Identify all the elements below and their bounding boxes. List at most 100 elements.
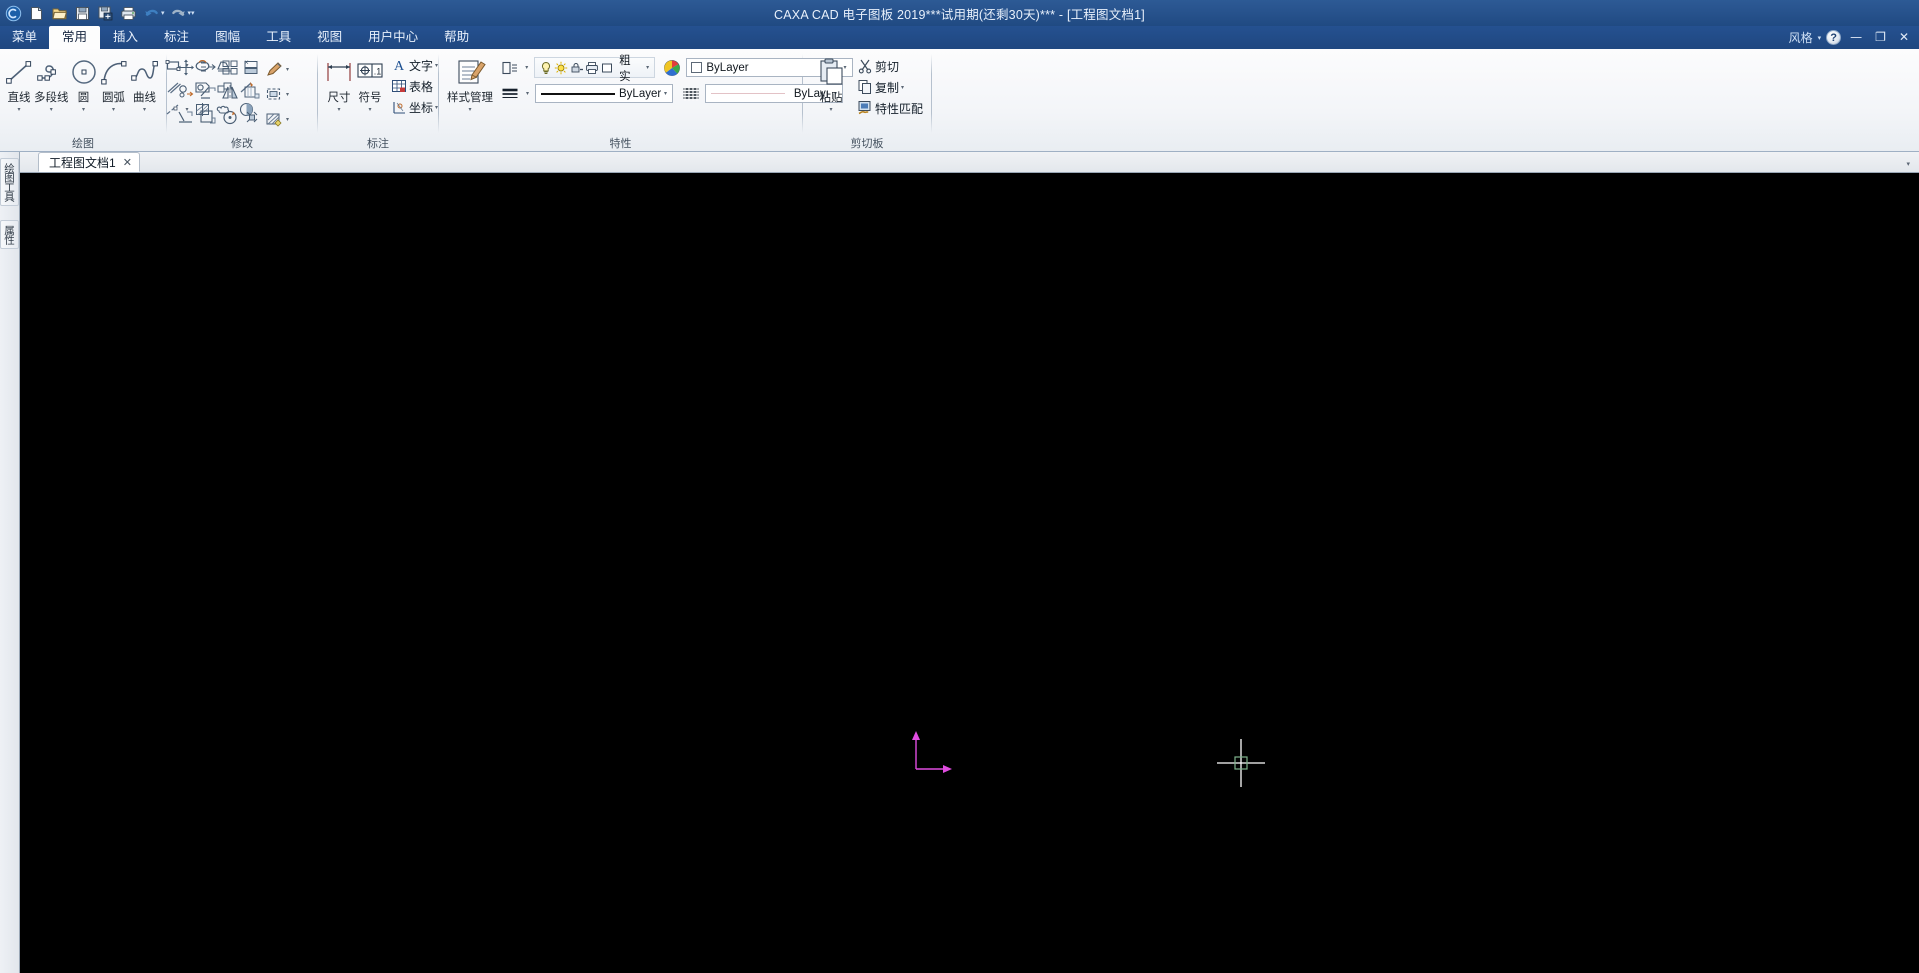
annotate-text-label: 文字 <box>409 58 434 73</box>
app-menu-icon[interactable] <box>3 3 24 24</box>
linetype-combo[interactable]: ByLayer ▾ <box>535 84 674 103</box>
linetype-preview <box>541 92 616 95</box>
close-button[interactable]: ✕ <box>1895 26 1913 49</box>
style-dropdown-label[interactable]: 风格 <box>1789 29 1813 46</box>
lightbulb-icon[interactable] <box>538 60 553 76</box>
print-layer-icon[interactable] <box>584 60 599 76</box>
linetype-combo-caret[interactable]: ▾ <box>661 90 670 97</box>
paste-caret[interactable]: ▾ <box>829 106 832 114</box>
style-manager-icon <box>454 56 486 88</box>
save-icon[interactable] <box>72 3 93 24</box>
annotate-symbol-label: 符号 <box>358 92 382 104</box>
tab-home[interactable]: 常用 <box>49 26 101 49</box>
annotate-symbol-button[interactable]: .1 符号 ▾ <box>354 54 386 114</box>
draw-line-caret[interactable]: ▾ <box>17 106 20 114</box>
ribbon: 直线 ▾ 多段线 ▾ 圆 ▾ 圆弧 ▾ 曲线 ▾ ▾ ▾ × 绘图 ▾ ▾ ▾ … <box>0 49 1919 152</box>
draw-line-button[interactable]: 直线 ▾ <box>4 54 34 114</box>
arc-icon <box>99 56 129 88</box>
tab-sheet[interactable]: 图幅 <box>202 26 253 49</box>
copy-button[interactable]: 复制 ▾ <box>854 77 925 97</box>
match-properties-button[interactable]: 特性匹配 <box>854 98 925 118</box>
draw-spline-button[interactable]: 曲线 ▾ <box>129 54 161 114</box>
draw-arc-button[interactable]: 圆弧 ▾ <box>99 54 129 114</box>
erase-icon[interactable]: ▾ <box>263 107 291 131</box>
line-weight-caret[interactable]: ▾ <box>524 90 531 97</box>
chevron-down-icon[interactable]: ▾ <box>1906 160 1910 168</box>
style-manager-caret[interactable]: ▾ <box>468 106 471 114</box>
copy-move-icon[interactable] <box>175 82 196 103</box>
chamfer-icon[interactable] <box>175 107 196 128</box>
style-manager-button[interactable]: 样式管理 ▾ <box>447 54 493 114</box>
draw-circle-caret[interactable]: ▾ <box>82 106 85 114</box>
pen-edit-icon[interactable]: ▾ <box>263 57 291 81</box>
annotate-text-buttons: A 文字 ▾ 表格 坐标 ▾ <box>388 54 442 117</box>
sun-icon[interactable] <box>554 60 569 76</box>
explode-icon[interactable] <box>241 107 262 128</box>
layer-tool-icon[interactable] <box>499 57 519 78</box>
save-as-icon[interactable] <box>95 3 116 24</box>
tab-user-center[interactable]: 用户中心 <box>355 26 431 49</box>
pen-edit-caret[interactable]: ▾ <box>284 66 291 73</box>
tab-view[interactable]: 视图 <box>304 26 355 49</box>
close-icon[interactable]: ✕ <box>123 156 132 169</box>
move-icon[interactable] <box>175 57 196 78</box>
help-button[interactable]: ? <box>1826 30 1842 45</box>
trim-icon[interactable] <box>197 82 218 103</box>
sidebar-item-properties[interactable]: 属性 <box>0 220 19 249</box>
minimize-button[interactable]: — <box>1846 26 1866 49</box>
undo-icon[interactable] <box>141 3 162 24</box>
erase-caret[interactable]: ▾ <box>284 116 291 123</box>
style-dropdown-caret[interactable]: ▾ <box>1818 34 1822 42</box>
document-tab-drawing1[interactable]: 工程图文档1 ✕ <box>38 152 140 172</box>
rotate-icon[interactable] <box>219 107 240 128</box>
tab-tools[interactable]: 工具 <box>253 26 304 49</box>
copy-icon <box>856 79 873 96</box>
draw-polyline-caret[interactable]: ▾ <box>50 106 53 114</box>
lock-icon[interactable] <box>569 60 584 76</box>
array-icon[interactable] <box>219 57 240 78</box>
tab-menu[interactable]: 菜单 <box>0 26 49 49</box>
layer-state-caret[interactable]: ▾ <box>644 64 651 71</box>
color-square-icon[interactable] <box>600 60 615 76</box>
drawing-canvas[interactable]: ? ▬▼ dongpow. com <box>21 173 1919 973</box>
properties-controls: ▾ 粗实 ▾ ByLayer ▾ ▾ ByLayer ▾ ByLayı ▾ <box>499 54 853 104</box>
mirror-icon[interactable] <box>219 82 240 103</box>
paste-button[interactable]: 粘贴 ▾ <box>811 54 851 114</box>
tab-help[interactable]: 帮助 <box>431 26 482 49</box>
sidebar-item-drawing-tools[interactable]: 绘图工具 <box>0 158 19 206</box>
cut-label: 剪切 <box>875 59 900 74</box>
annotate-coordinate-button[interactable]: 坐标 ▾ <box>388 97 442 117</box>
properties-row-linetype: ▾ ByLayer ▾ ByLayı ▾ <box>499 83 853 104</box>
annotate-symbol-caret[interactable]: ▾ <box>368 106 371 114</box>
stretch-icon[interactable] <box>197 57 218 78</box>
tab-insert[interactable]: 插入 <box>100 26 151 49</box>
panel-annotate: 尺寸 ▾ .1 符号 ▾ A 文字 ▾ 表格 坐标 ▾ 标注 <box>318 49 438 152</box>
corner-icon[interactable] <box>197 107 218 128</box>
extend-icon[interactable] <box>241 57 262 78</box>
open-file-icon[interactable] <box>49 3 70 24</box>
maximize-button[interactable]: ❐ <box>1871 26 1890 49</box>
customize-qat-icon[interactable]: ▾ <box>191 9 195 17</box>
line-weight-icon[interactable] <box>499 83 520 104</box>
draw-polyline-button[interactable]: 多段线 ▾ <box>34 54 69 114</box>
new-file-icon[interactable] <box>26 3 47 24</box>
tab-annotate[interactable]: 标注 <box>151 26 202 49</box>
print-icon[interactable] <box>118 3 139 24</box>
break-icon[interactable] <box>241 82 262 103</box>
draw-circle-button[interactable]: 圆 ▾ <box>69 54 99 114</box>
annotate-dimension-caret[interactable]: ▾ <box>337 106 340 114</box>
block-edit-icon[interactable]: ▾ <box>263 82 291 106</box>
annotate-dimension-button[interactable]: 尺寸 ▾ <box>324 54 354 114</box>
cut-button[interactable]: 剪切 <box>854 56 925 76</box>
layer-state-control[interactable]: 粗实 ▾ <box>534 55 656 83</box>
draw-arc-caret[interactable]: ▾ <box>112 106 115 114</box>
layer-tool-caret[interactable]: ▾ <box>523 64 530 71</box>
redo-icon[interactable] <box>168 3 189 24</box>
draw-spline-caret[interactable]: ▾ <box>143 106 146 114</box>
annotate-table-button[interactable]: 表格 <box>388 76 442 96</box>
block-edit-caret[interactable]: ▾ <box>284 91 291 98</box>
annotate-text-button[interactable]: A 文字 ▾ <box>388 55 442 75</box>
color-wheel-icon[interactable] <box>662 57 682 78</box>
line-width-grid-icon[interactable] <box>680 83 701 104</box>
copy-caret[interactable]: ▾ <box>899 84 906 91</box>
